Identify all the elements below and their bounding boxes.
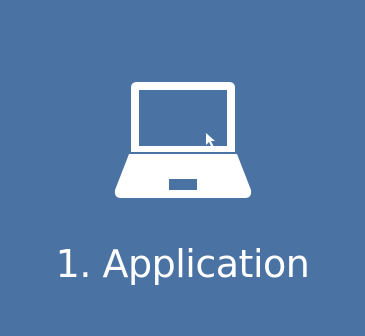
tile-label: 1. Application [55, 242, 310, 286]
laptop-icon [113, 80, 253, 200]
application-tile[interactable]: 1. Application [0, 0, 365, 336]
